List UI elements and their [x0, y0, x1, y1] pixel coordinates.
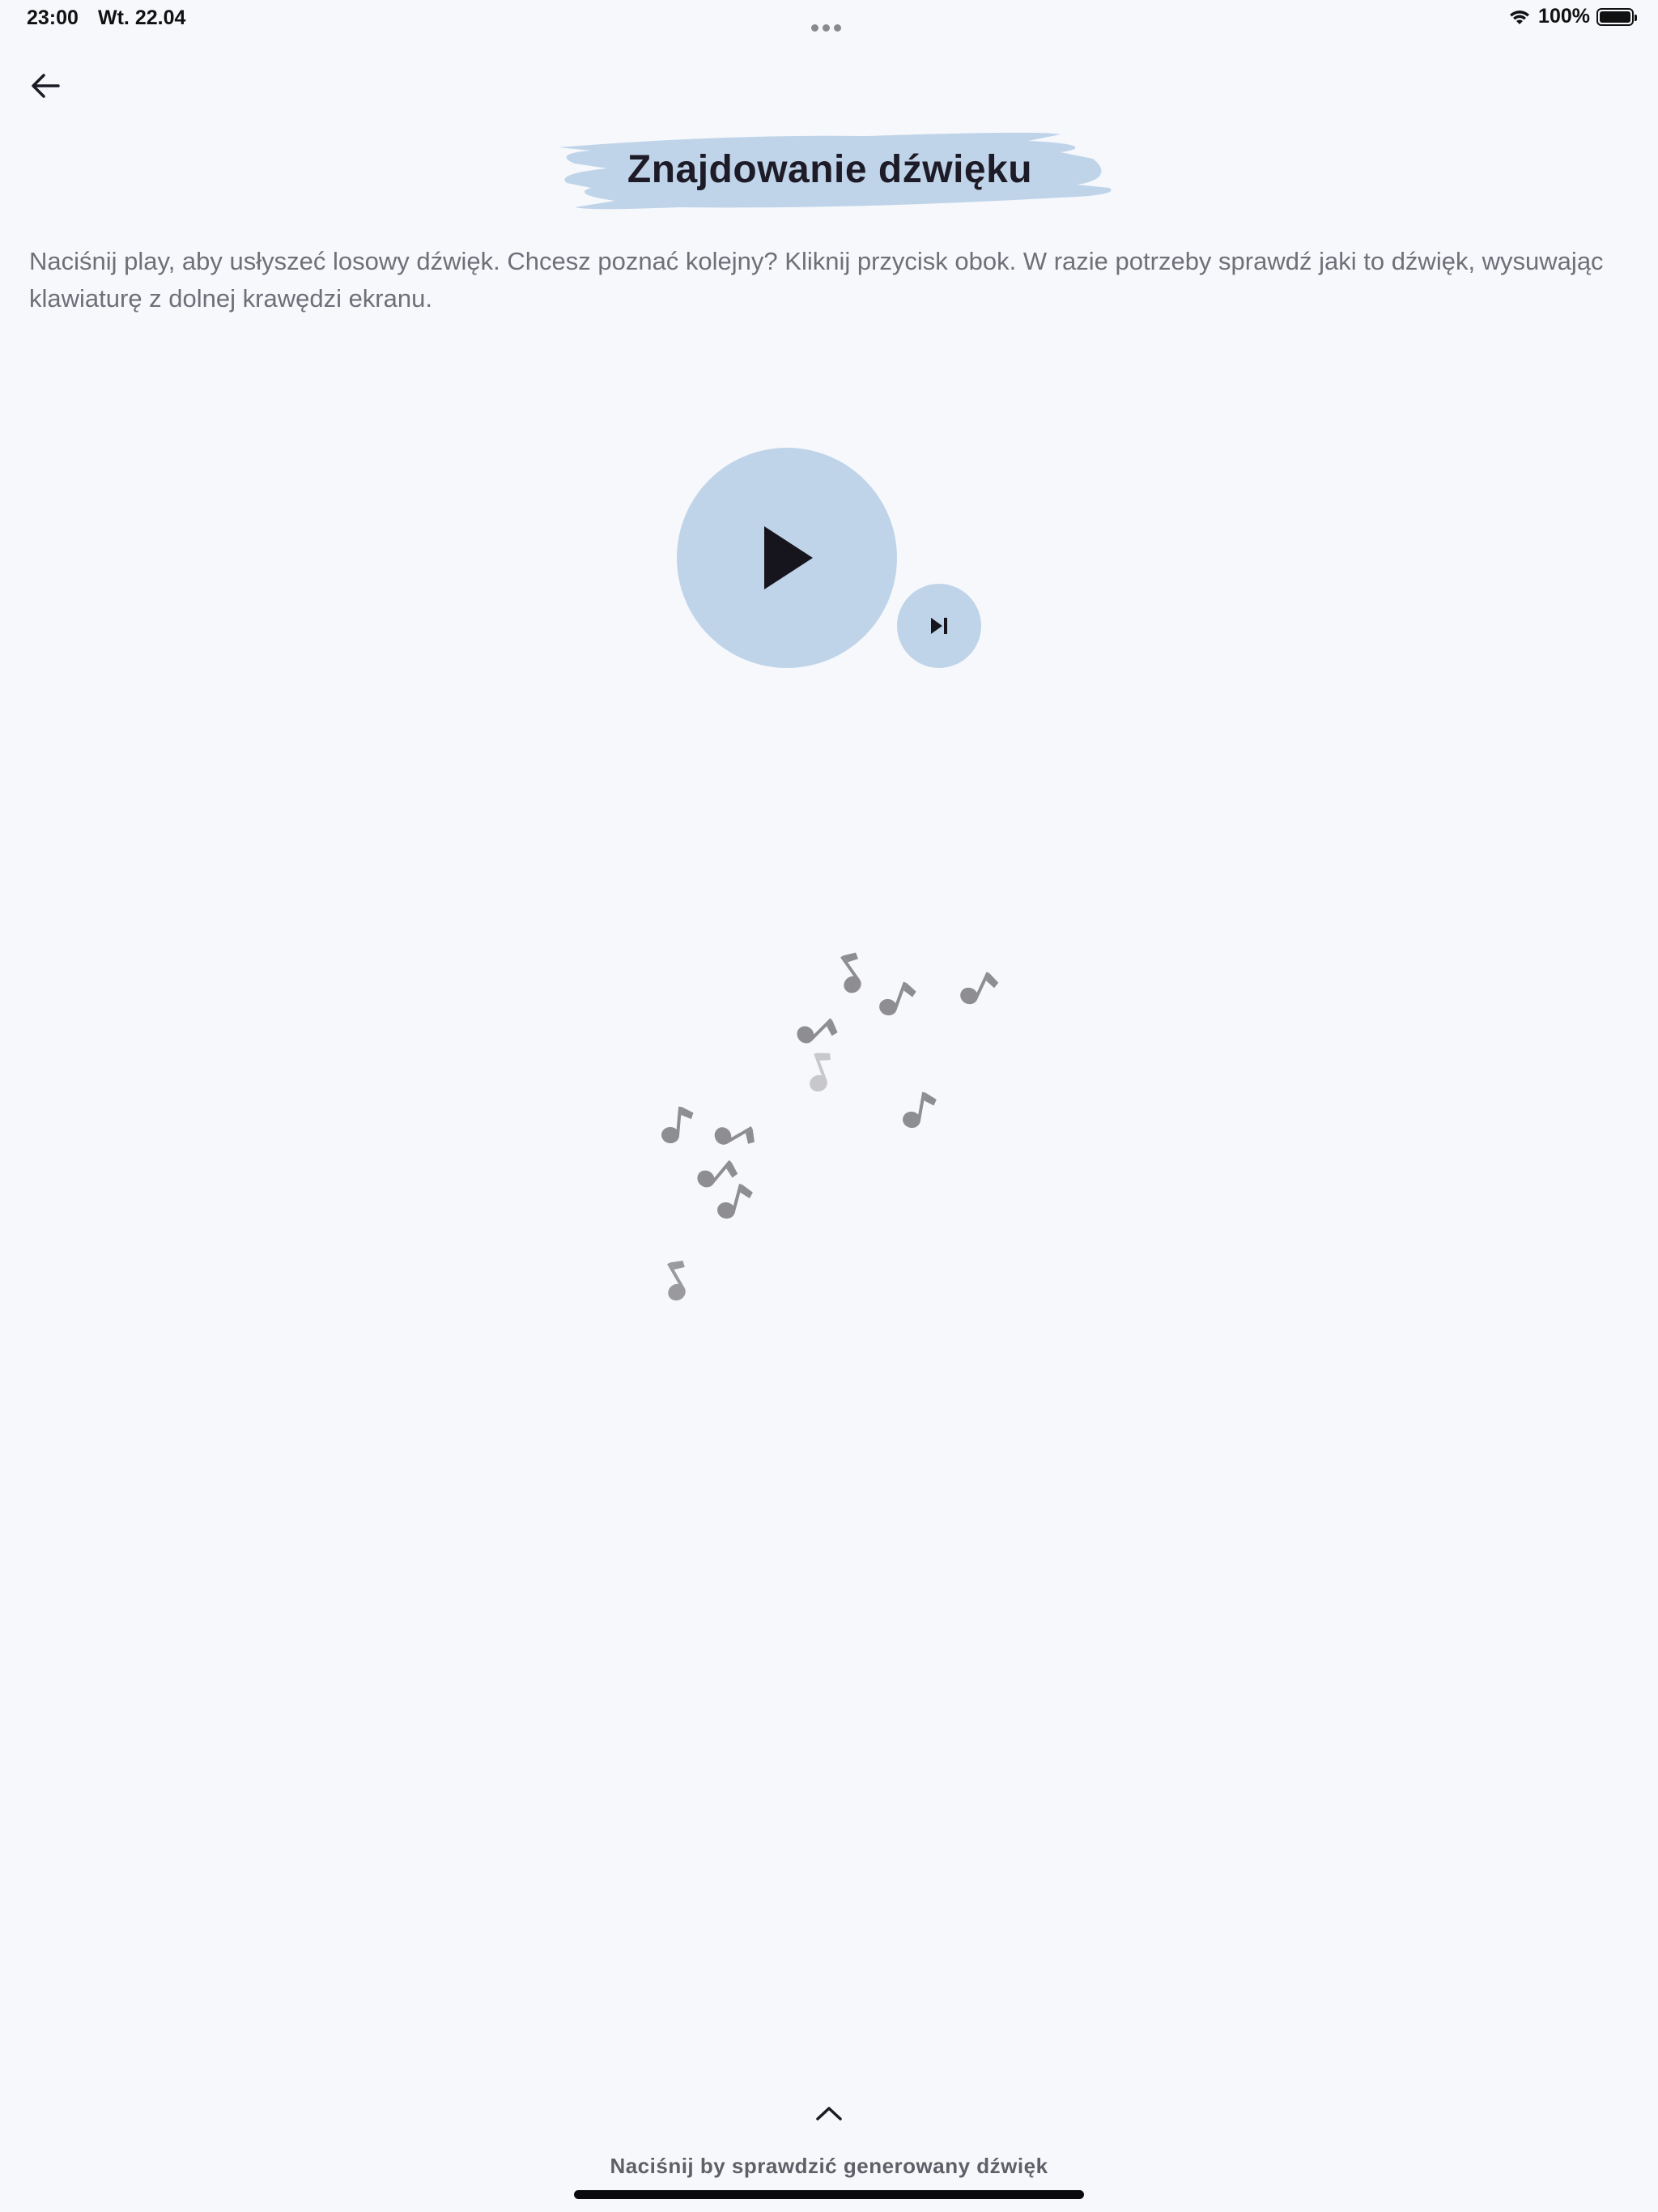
- music-notes-decoration: [654, 948, 1001, 1304]
- skip-next-button[interactable]: [897, 584, 981, 668]
- back-button[interactable]: [24, 65, 66, 107]
- arrow-left-icon: [32, 74, 60, 98]
- keyboard-hint[interactable]: Naciśnij by sprawdzić generowany dźwięk: [0, 2154, 1658, 2179]
- music-note-icon: [654, 1256, 699, 1304]
- music-note-icon: [793, 1007, 841, 1056]
- status-right: 100%: [1507, 5, 1637, 28]
- home-indicator[interactable]: [574, 2190, 1084, 2199]
- wifi-icon: [1510, 10, 1530, 24]
- music-note-icon: [877, 976, 918, 1023]
- music-note-icon: [711, 1113, 759, 1159]
- instructions-text: Naciśnij play, aby usłyszeć losowy dźwię…: [29, 247, 1604, 313]
- music-note-icon: [800, 1049, 841, 1095]
- status-bar: 23:00 Wt. 22.04 100%: [0, 0, 1658, 39]
- music-note-icon: [828, 948, 875, 997]
- music-note-icon: [957, 965, 1001, 1013]
- more-dots-icon[interactable]: [811, 14, 847, 32]
- play-button[interactable]: [677, 448, 897, 668]
- battery-icon: [1596, 7, 1637, 26]
- music-note-icon: [901, 1089, 937, 1132]
- music-note-icon: [694, 1151, 742, 1199]
- title-block: Znajdowanie dźwięku: [542, 123, 1117, 220]
- music-note-icon: [661, 1105, 695, 1146]
- chevron-up-icon: [816, 2107, 842, 2121]
- expand-keyboard-button[interactable]: [806, 2097, 852, 2129]
- skip-next-icon: [931, 618, 947, 634]
- status-time: 23:00: [27, 6, 79, 29]
- page-title: Znajdowanie dźwięku: [627, 148, 1033, 191]
- battery-percentage: 100%: [1538, 5, 1590, 28]
- status-date: Wt. 22.04: [98, 6, 186, 29]
- play-icon: [764, 526, 813, 589]
- music-note-icon: [715, 1180, 755, 1224]
